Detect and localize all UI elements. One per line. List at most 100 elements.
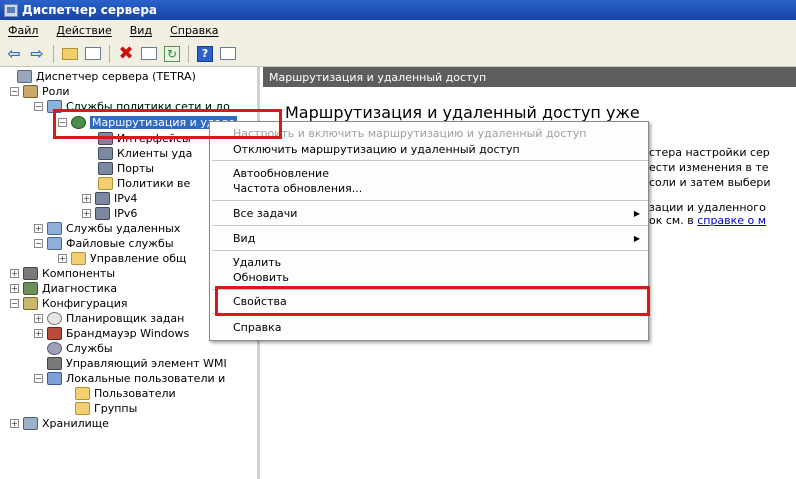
tree-item-ipv6[interactable]: + IPv6 [82,206,137,221]
tree-item-diagnostics[interactable]: + Диагностика [10,281,117,296]
back-arrow-icon[interactable]: ⇦ [4,44,24,64]
details-text-line: ести изменения в те [649,161,769,174]
firewall-icon [47,327,62,340]
menu-separator [212,313,648,314]
menu-item-all-tasks[interactable]: Все задачи ▶ [210,205,650,221]
menu-item-refresh[interactable]: Обновить [210,269,650,285]
tree-item-server-manager[interactable]: Диспетчер сервера (TETRA) [4,69,196,84]
expand-icon[interactable]: + [82,194,91,203]
clients-icon [98,147,113,160]
menu-separator [212,200,648,201]
folder-up-icon[interactable] [60,44,80,64]
expand-icon[interactable]: + [82,209,91,218]
collapse-icon[interactable]: − [34,374,43,383]
tree-item-firewall[interactable]: + Брандмауэр Windows [34,326,189,341]
expand-icon[interactable]: + [58,254,67,263]
menu-separator [212,160,648,161]
tree-item-clients[interactable]: Клиенты уда [98,146,192,161]
tree-item-policies[interactable]: Политики ве [98,176,190,191]
menu-separator [212,289,648,290]
folder-icon [98,177,113,190]
expand-icon[interactable]: + [10,269,19,278]
menu-item-configure-enable: Настроить и включить маршрутизацию и уда… [233,126,587,140]
menu-help[interactable]: Справка [170,24,218,37]
toolbar-separator [188,44,189,63]
show-hide-tree-icon[interactable] [83,44,103,64]
menu-view[interactable]: Вид [130,24,152,37]
network-interfaces-icon [98,132,113,145]
routing-icon [71,116,86,129]
menu-item-view[interactable]: Вид ▶ [210,230,650,246]
ports-icon [98,162,113,175]
menu-item-refresh-rate[interactable]: Частота обновления... [210,180,650,196]
submenu-arrow-icon: ▶ [633,208,640,218]
properties-icon[interactable] [139,44,159,64]
menu-action[interactable]: Действие [56,24,111,37]
collapse-icon[interactable]: − [34,102,43,111]
collapse-icon[interactable]: − [10,299,19,308]
window-titlebar: Диспетчер сервера [0,0,796,20]
menu-bar: Файл Действие Вид Справка [0,20,796,41]
help-link[interactable]: справке о м [697,214,766,227]
forward-arrow-icon[interactable]: ⇨ [27,44,47,64]
wmi-icon [47,357,62,370]
tree-item-storage[interactable]: + Хранилище [10,416,109,431]
details-text-line: зации и удаленного [649,201,766,214]
ipv4-icon [95,192,110,205]
tree-item-task-scheduler[interactable]: + Планировщик задан [34,311,184,326]
collapse-icon[interactable]: − [34,239,43,248]
tree-item-groups[interactable]: Группы [62,401,137,416]
gear-icon [47,342,62,355]
tree-item-local-users[interactable]: − Локальные пользователи и [34,371,225,386]
tree-item-share-management[interactable]: + Управление общ [58,251,186,266]
menu-separator [212,225,648,226]
tree-item-remote-desktop[interactable]: + Службы удаленных [34,221,180,236]
expand-icon[interactable]: + [10,284,19,293]
tree-item-services[interactable]: Службы [34,341,113,356]
details-text-line: стера настройки сер [649,146,770,159]
toolbar-separator [109,44,110,63]
server-icon [17,70,32,83]
server-manager-icon [4,3,18,17]
window-title: Диспетчер сервера [22,3,157,17]
ipv6-icon [95,207,110,220]
tree-item-users[interactable]: Пользователи [62,386,176,401]
file-services-icon [47,237,62,250]
delete-icon[interactable]: ✖ [116,43,136,64]
clock-icon [47,312,62,325]
users-icon [47,372,62,385]
details-text-line: ок см. в справке о м [649,214,767,227]
features-icon [23,267,38,280]
help-icon[interactable]: ? [195,44,215,64]
action-pane-icon[interactable] [218,44,238,64]
remote-services-icon [47,222,62,235]
tree-item-configuration[interactable]: − Конфигурация [10,296,128,311]
tree-item-ports[interactable]: Порты [98,161,154,176]
tree-item-wmi[interactable]: Управляющий элемент WMI [34,356,227,371]
menu-item-disable-routing[interactable]: Отключить маршрутизацию и удаленный дост… [210,141,650,157]
menu-item-delete[interactable]: Удалить [210,254,650,270]
tree-item-features[interactable]: + Компоненты [10,266,115,281]
expand-icon[interactable]: + [34,329,43,338]
menu-item-help[interactable]: Справка [210,319,650,335]
collapse-icon[interactable]: − [10,87,19,96]
expand-icon[interactable]: + [34,224,43,233]
collapse-icon[interactable]: − [58,118,67,127]
menu-separator [212,250,648,251]
tree-item-ipv4[interactable]: + IPv4 [82,191,137,206]
tree-item-interfaces[interactable]: Интерфейсы [98,131,191,146]
tree-item-roles[interactable]: − Роли [10,84,70,99]
toolbar-separator [53,44,54,63]
details-header: Маршрутизация и удаленный доступ [263,67,796,87]
refresh-icon[interactable]: ↻ [162,44,182,64]
details-title: Маршрутизация и удаленный доступ уже [285,103,640,122]
menu-item-properties[interactable]: Свойства [210,293,650,309]
tree-item-file-services[interactable]: − Файловые службы [34,236,174,251]
configuration-icon [23,297,38,310]
menu-file[interactable]: Файл [8,24,38,37]
tree-item-nps[interactable]: − Службы политики сети и до [34,99,230,114]
expand-icon[interactable]: + [34,314,43,323]
expand-icon[interactable]: + [10,419,19,428]
folder-icon [75,402,90,415]
menu-item-auto-refresh[interactable]: Автообновление [210,165,650,181]
